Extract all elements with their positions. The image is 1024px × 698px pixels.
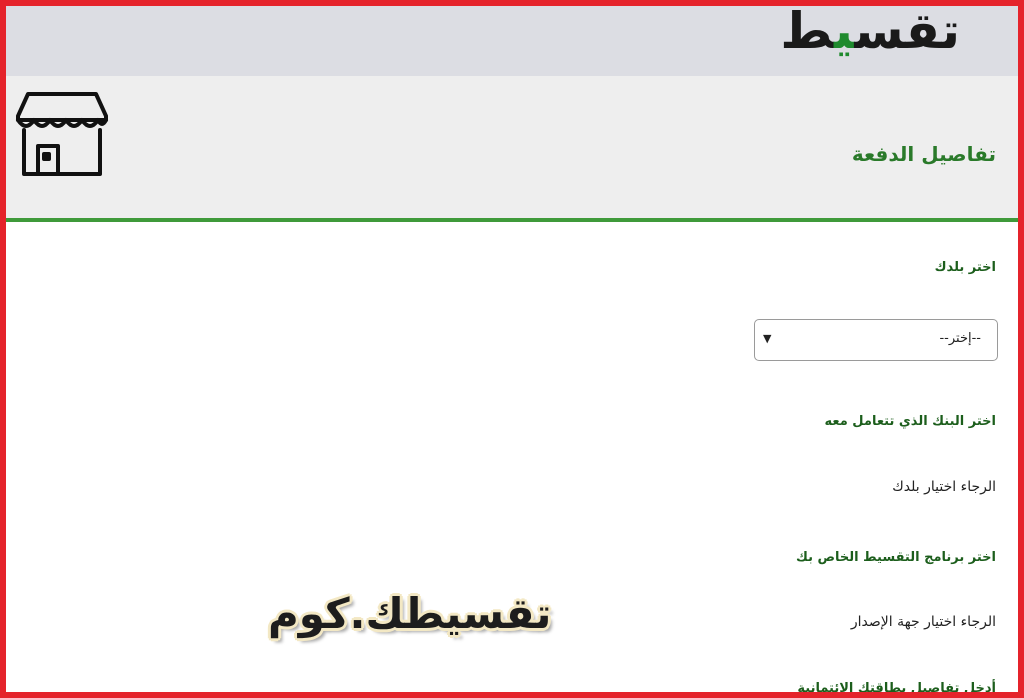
top-bar: تقسيط [6, 6, 1018, 76]
country-label: اختر بلدك [934, 260, 996, 275]
site-watermark: تقسيطك.كوم [268, 589, 552, 638]
logo-text-accent: ي [833, 2, 855, 60]
plan-help-text: الرجاء اختيار جهة الإصدار [850, 614, 996, 630]
logo-text-end: ط [780, 2, 834, 60]
country-select[interactable]: --إختر-- ▼ [754, 319, 998, 361]
page-header: تفاصيل الدفعة [6, 76, 1018, 222]
page-frame: تقسيط تفاصيل الدفعة اختر بلدك --إختر-- ▼… [0, 0, 1024, 698]
card-details-label: أدخل تفاصيل بطاقتك الائتمانية [797, 681, 996, 696]
logo-text-start: تقس [854, 2, 960, 60]
country-select-value: --إختر-- [939, 331, 981, 346]
page-title: تفاصيل الدفعة [851, 142, 996, 166]
store-icon [16, 92, 108, 176]
bank-help-text: الرجاء اختيار بلدك [892, 479, 996, 495]
chevron-down-icon: ▼ [763, 332, 772, 345]
bank-label: اختر البنك الذي تتعامل معه [824, 414, 996, 429]
plan-label: اختر برنامج التقسيط الخاص بك [796, 550, 996, 565]
brand-logo[interactable]: تقسيط [780, 2, 960, 62]
